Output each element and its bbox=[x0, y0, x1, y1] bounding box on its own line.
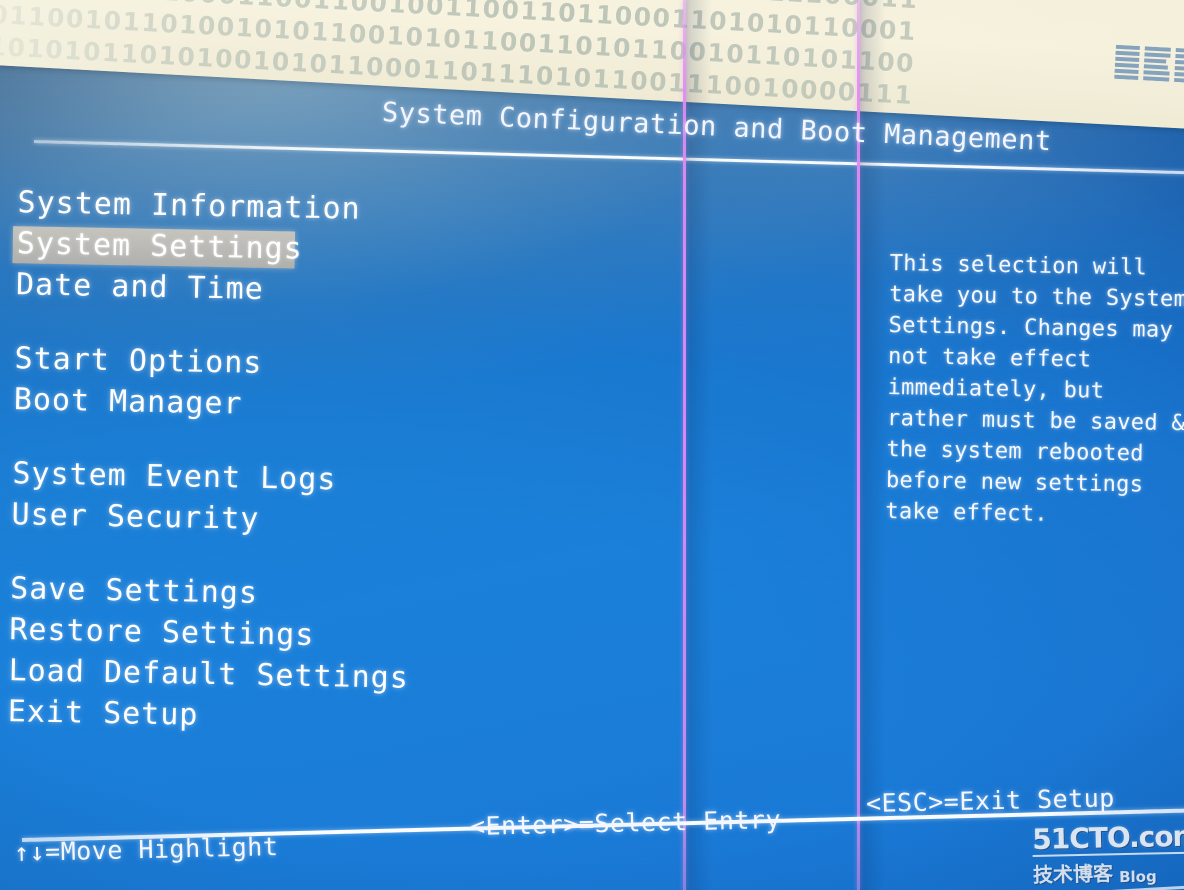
menu-item-label: Save Settings bbox=[9, 571, 259, 611]
help-panel: This selection will take you to the Syst… bbox=[885, 248, 1184, 532]
menu-item-label: Boot Manager bbox=[13, 382, 243, 422]
watermark-chinese-label: 技术博客 bbox=[1032, 861, 1114, 887]
bios-setup-screen: 1011010101101010010101100011011101011001… bbox=[0, 0, 1184, 890]
menu-item-label: Load Default Settings bbox=[8, 653, 410, 696]
menu-item-label: Date and Time bbox=[15, 267, 265, 307]
hint-move-highlight: ↑↓=Move Highlight bbox=[13, 832, 279, 867]
watermark-site-name: 51CTO.com bbox=[1032, 819, 1184, 857]
menu-item-label: Exit Setup bbox=[7, 694, 199, 733]
menu-item-label: System Information bbox=[17, 185, 361, 227]
help-text-line: take effect. bbox=[885, 498, 1049, 527]
menu-item-label: User Security bbox=[11, 497, 260, 537]
menu-item-label: System Event Logs bbox=[12, 456, 337, 498]
menu-item-label: System Settings bbox=[16, 226, 304, 267]
menu-item-label: Restore Settings bbox=[9, 612, 315, 653]
main-menu: System Information System Settings Date … bbox=[0, 182, 648, 744]
ibm-logo bbox=[1114, 44, 1184, 84]
watermark: 51CTO.com 技术博客 Blog bbox=[1032, 819, 1184, 888]
watermark-blog-label: Blog bbox=[1118, 867, 1157, 887]
menu-item-label: Start Options bbox=[14, 341, 263, 381]
hint-exit-setup: <ESC>=Exit Setup bbox=[865, 783, 1116, 818]
